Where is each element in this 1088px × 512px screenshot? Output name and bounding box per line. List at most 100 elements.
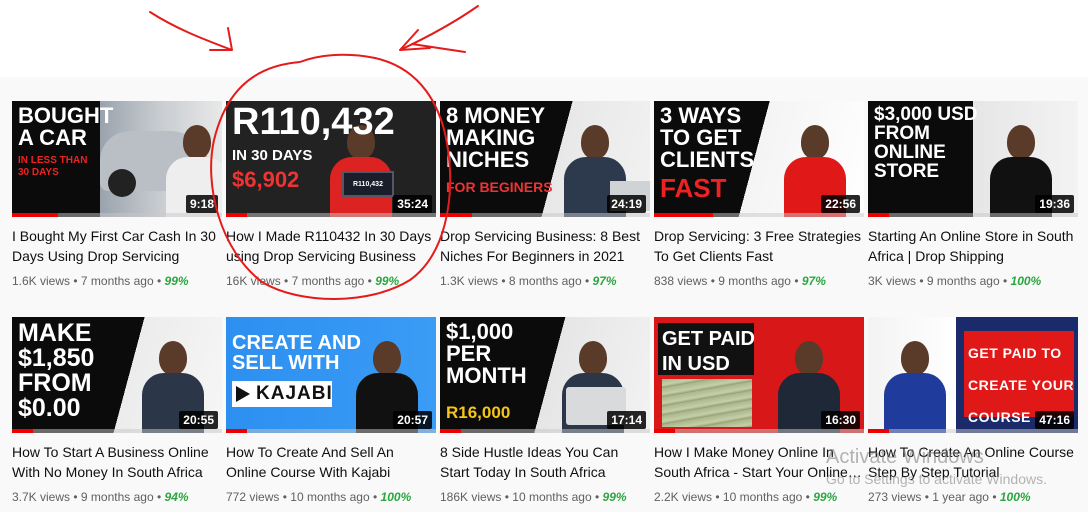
watch-progress-bar [868, 429, 889, 433]
video-title[interactable]: How I Make Money Online In South Africa … [654, 442, 864, 482]
video-thumbnail[interactable]: GET PAID IN USD 16:30 [654, 317, 864, 433]
video-duration: 16:30 [821, 411, 860, 429]
view-count: 186K views [440, 490, 502, 504]
video-card[interactable]: 3 WAYS TO GET CLIENTS FAST 22:56 Drop Se… [654, 101, 864, 290]
video-duration: 17:14 [607, 411, 646, 429]
like-rating: 100% [1010, 274, 1042, 288]
video-duration: 22:56 [821, 195, 860, 213]
watch-progress-track [868, 429, 1078, 433]
meta-separator: • [710, 274, 715, 288]
video-thumbnail[interactable]: R110,432 IN 30 DAYS $6,902 R110,432 35:2… [226, 101, 436, 217]
meta-separator: • [373, 490, 378, 504]
watch-progress-track [868, 213, 1078, 217]
thumbnail-headline: $3,000 USD FROM ONLINE STORE [874, 104, 978, 182]
view-count: 1.3K views [440, 274, 499, 288]
video-card[interactable]: CREATE AND SELL WITH KAJABI 20:57 How To… [226, 317, 436, 506]
view-count: 3.7K views [12, 490, 71, 504]
upload-age: 1 year ago [932, 490, 989, 504]
thumbnail-subline: IN LESS THAN 30 DAYS [18, 155, 88, 178]
video-title[interactable]: How I Made R110432 In 30 Days using Drop… [226, 226, 436, 266]
thumbnail-headline: BOUGHT A CAR [18, 103, 114, 150]
thumbnail-subline: FOR BEGINERS [446, 179, 553, 195]
upload-age: 10 months ago [512, 490, 592, 504]
video-card[interactable]: GET PAID TO CREATE YOUR COURSE 47:16 How… [868, 317, 1078, 506]
watch-progress-track [226, 429, 436, 433]
video-thumbnail[interactable]: BOUGHT A CAR IN LESS THAN 30 DAYS 9:18 [12, 101, 222, 217]
video-card[interactable]: GET PAID IN USD 16:30 How I Make Money O… [654, 317, 864, 506]
video-meta: 772 views • 10 months ago • 100% [226, 488, 436, 506]
video-card[interactable]: BOUGHT A CAR IN LESS THAN 30 DAYS 9:18 I… [12, 101, 222, 290]
video-duration: 35:24 [393, 195, 432, 213]
video-meta: 273 views • 1 year ago • 100% [868, 488, 1078, 506]
meta-separator: • [794, 274, 799, 288]
like-rating: 97% [592, 274, 617, 288]
video-duration: 19:36 [1035, 195, 1074, 213]
meta-separator: • [992, 490, 997, 504]
meta-separator: • [595, 490, 600, 504]
video-card[interactable]: R110,432 IN 30 DAYS $6,902 R110,432 35:2… [226, 101, 436, 290]
video-meta: 186K views • 10 months ago • 99% [440, 488, 650, 506]
meta-separator: • [73, 274, 78, 288]
video-title[interactable]: Drop Servicing Business: 8 Best Niches F… [440, 226, 650, 266]
meta-separator: • [282, 490, 287, 504]
watch-progress-track [440, 213, 650, 217]
video-thumbnail[interactable]: GET PAID TO CREATE YOUR COURSE 47:16 [868, 317, 1078, 433]
meta-separator: • [501, 274, 506, 288]
video-thumbnail[interactable]: MAKE $1,850 FROM $0.00 20:55 [12, 317, 222, 433]
video-card[interactable]: 8 MONEY MAKING NICHES FOR BEGINERS 24:19… [440, 101, 650, 290]
watch-progress-track [12, 429, 222, 433]
upload-age: 9 months ago [926, 274, 1000, 288]
meta-separator: • [1002, 274, 1008, 288]
watch-progress-bar [12, 213, 59, 217]
video-meta: 3K views • 9 months ago • 100% [868, 272, 1078, 290]
like-rating: 94% [164, 490, 189, 504]
thumbnail-headline: 8 MONEY MAKING NICHES [446, 103, 546, 172]
video-thumbnail[interactable]: CREATE AND SELL WITH KAJABI 20:57 [226, 317, 436, 433]
meta-separator: • [805, 490, 810, 504]
upload-age: 9 months ago [718, 274, 791, 288]
like-rating: 100% [380, 490, 412, 504]
like-rating: 99% [164, 274, 189, 288]
meta-separator: • [919, 274, 924, 288]
thumbnail-headline: 3 WAYS TO GET CLIENTS [660, 103, 755, 172]
view-count: 838 views [654, 274, 708, 288]
video-title[interactable]: Starting An Online Store in South Africa… [868, 226, 1078, 266]
watch-progress-track [226, 213, 436, 217]
watch-progress-bar [654, 429, 675, 433]
upload-age: 7 months ago [80, 274, 154, 288]
meta-separator: • [156, 274, 162, 288]
meta-separator: • [73, 490, 78, 504]
video-title[interactable]: Drop Servicing: 3 Free Strategies To Get… [654, 226, 864, 266]
video-title[interactable]: I Bought My First Car Cash In 30 Days Us… [12, 226, 222, 266]
upload-age: 10 months ago [722, 490, 803, 504]
thumbnail-headline: GET PAID IN USD [662, 328, 755, 375]
video-card[interactable]: $3,000 USD FROM ONLINE STORE 19:36 Start… [868, 101, 1078, 290]
video-thumbnail[interactable]: 8 MONEY MAKING NICHES FOR BEGINERS 24:19 [440, 101, 650, 217]
video-title[interactable]: 8 Side Hustle Ideas You Can Start Today … [440, 442, 650, 482]
thumbnail-headline: R110,432 [232, 101, 395, 143]
meta-separator: • [156, 490, 162, 504]
watch-progress-bar [654, 213, 713, 217]
watch-progress-track [440, 429, 650, 433]
view-count: 273 views [868, 490, 922, 504]
video-thumbnail[interactable]: 3 WAYS TO GET CLIENTS FAST 22:56 [654, 101, 864, 217]
video-thumbnail[interactable]: $3,000 USD FROM ONLINE STORE 19:36 [868, 101, 1078, 217]
video-meta: 2.2K views • 10 months ago • 99% [654, 488, 864, 506]
presenter-figure [880, 333, 950, 433]
like-rating: 99% [813, 490, 838, 504]
meta-separator: • [924, 490, 929, 504]
video-thumbnail[interactable]: $1,000 PER MONTH R16,000 17:14 [440, 317, 650, 433]
view-count: 16K views [226, 274, 281, 288]
video-title[interactable]: How To Create An Online Course Step By S… [868, 442, 1078, 482]
cash-stack [662, 379, 752, 427]
video-card[interactable]: $1,000 PER MONTH R16,000 17:14 8 Side Hu… [440, 317, 650, 506]
upload-age: 10 months ago [290, 490, 370, 504]
laptop-screen: R110,432 [342, 171, 394, 197]
video-title[interactable]: How To Create And Sell An Online Course … [226, 442, 436, 482]
view-count: 772 views [226, 490, 280, 504]
video-title[interactable]: How To Start A Business Online With No M… [12, 442, 222, 482]
video-meta: 3.7K views • 9 months ago • 94% [12, 488, 222, 506]
video-duration: 20:55 [179, 411, 218, 429]
video-duration: 24:19 [607, 195, 646, 213]
video-card[interactable]: MAKE $1,850 FROM $0.00 20:55 How To Star… [12, 317, 222, 506]
